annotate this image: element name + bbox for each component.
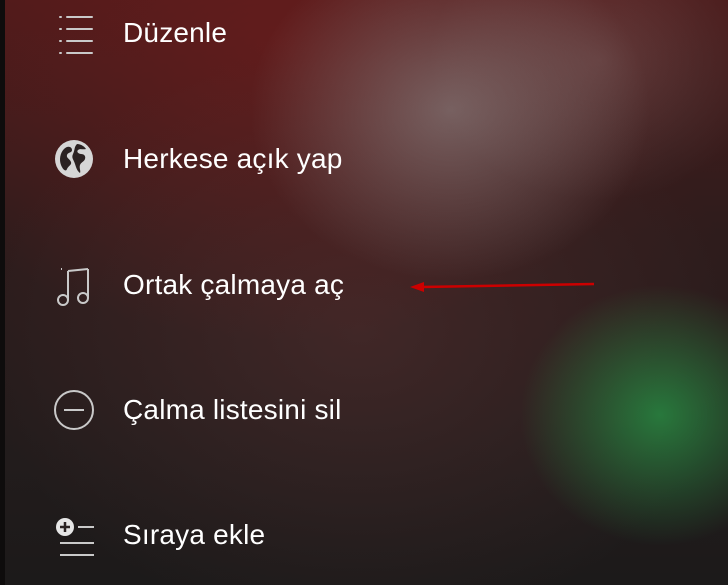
red-arrow-annotation (410, 282, 595, 292)
